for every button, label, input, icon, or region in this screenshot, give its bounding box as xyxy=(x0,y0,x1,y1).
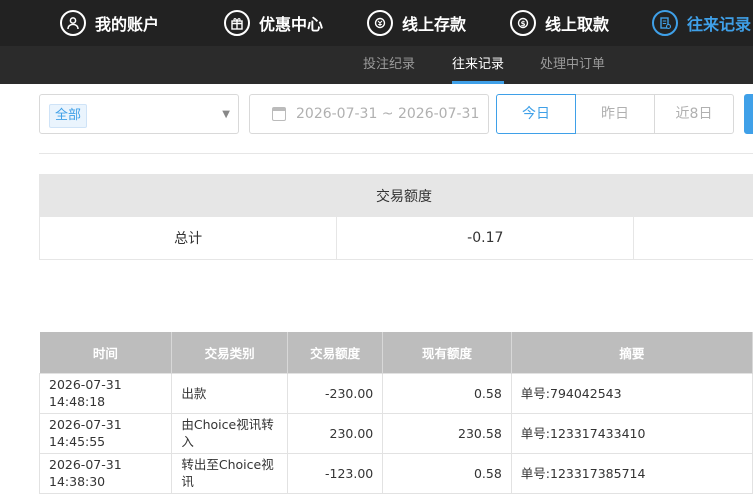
withdraw-icon: $ xyxy=(510,10,536,36)
nav-item-my-account[interactable]: 我的账户 xyxy=(60,0,159,46)
column-header-balance: 现有额度 xyxy=(382,332,512,373)
summary-row: 总计 -0.17 xyxy=(39,217,753,260)
cell-type: 由Choice视讯转入 xyxy=(171,412,289,454)
cell-balance: 0.58 xyxy=(382,452,512,494)
cell-memo: 单号:123317385714 xyxy=(510,452,753,494)
selected-type-tag[interactable]: 全部 xyxy=(49,104,88,128)
cell-memo: 单号:123317433410 xyxy=(510,412,753,454)
search-button[interactable] xyxy=(744,94,753,134)
nav-item-promotions[interactable]: 优惠中心 xyxy=(224,0,323,46)
nav-item-label: 线上存款 xyxy=(402,15,467,34)
summary-header: 交易额度 xyxy=(39,174,753,217)
column-header-type: 交易类别 xyxy=(171,332,289,373)
table-row: 2026-07-31 14:38:30 转出至Choice视讯 -123.00 … xyxy=(38,452,753,494)
table-header-row: 时间 交易类别 交易额度 现有额度 摘要 xyxy=(39,332,753,373)
cell-balance: 0.58 xyxy=(382,372,512,414)
column-header-amount: 交易额度 xyxy=(287,332,384,373)
nav-item-online-deposit[interactable]: 线上存款 xyxy=(367,0,466,46)
records-icon xyxy=(652,10,678,36)
tab-bet-records[interactable]: 投注纪录 xyxy=(363,46,415,84)
table-row: 2026-07-31 14:48:18 出款 -230.00 0.58 单号:7… xyxy=(38,372,753,414)
summary-table: 交易额度 总计 -0.17 xyxy=(39,174,753,260)
last-8-days-button[interactable]: 近8日 xyxy=(654,94,734,134)
calendar-icon xyxy=(272,107,286,121)
sub-nav: 投注纪录 往来记录 处理中订单 xyxy=(0,46,753,84)
transactions-table: 时间 交易类别 交易额度 现有额度 摘要 2026-07-31 14:48:18… xyxy=(38,332,753,494)
cell-balance: 230.58 xyxy=(382,412,512,454)
cell-time: 2026-07-31 14:48:18 xyxy=(38,372,173,414)
cell-type: 出款 xyxy=(171,372,289,414)
gift-icon xyxy=(224,10,250,36)
tab-transaction-records[interactable]: 往来记录 xyxy=(452,46,505,84)
date-range-value: 2026-07-31 ~ 2026-07-31 xyxy=(296,106,480,122)
svg-text:$: $ xyxy=(521,20,526,28)
nav-item-online-withdraw[interactable]: $ 线上取款 xyxy=(510,0,609,46)
cell-amount: 230.00 xyxy=(287,412,384,454)
nav-item-label: 优惠中心 xyxy=(259,15,324,34)
chevron-down-icon: ▼ xyxy=(222,109,230,120)
nav-item-label: 我的账户 xyxy=(95,15,160,34)
nav-item-transaction-records[interactable]: 往来记录 xyxy=(652,0,751,46)
deposit-icon xyxy=(367,10,393,36)
cell-time: 2026-07-31 14:45:55 xyxy=(38,412,173,454)
table-row: 2026-07-31 14:45:55 由Choice视讯转入 230.00 2… xyxy=(38,412,753,454)
today-button[interactable]: 今日 xyxy=(496,94,576,134)
cell-type: 转出至Choice视讯 xyxy=(171,452,289,494)
nav-item-label: 往来记录 xyxy=(687,15,752,34)
summary-empty-cell xyxy=(634,217,753,259)
cell-amount: -123.00 xyxy=(287,452,384,494)
column-header-memo: 摘要 xyxy=(511,332,753,373)
date-range-picker[interactable]: 2026-07-31 ~ 2026-07-31 xyxy=(249,94,489,134)
user-icon xyxy=(60,10,86,36)
yesterday-button[interactable]: 昨日 xyxy=(575,94,655,134)
transaction-type-select[interactable]: 全部 ▼ xyxy=(39,94,239,134)
top-nav: 我的账户 优惠中心 线上存款 $ 线上取款 往来记录 xyxy=(0,0,753,46)
column-header-time: 时间 xyxy=(39,332,173,373)
summary-label: 总计 xyxy=(40,217,338,259)
tab-pending-orders[interactable]: 处理中订单 xyxy=(540,46,605,84)
nav-item-label: 线上取款 xyxy=(545,15,610,34)
summary-total: -0.17 xyxy=(337,217,635,259)
cell-memo: 单号:794042543 xyxy=(510,372,753,414)
divider xyxy=(39,153,753,154)
cell-time: 2026-07-31 14:38:30 xyxy=(38,452,173,494)
cell-amount: -230.00 xyxy=(287,372,384,414)
